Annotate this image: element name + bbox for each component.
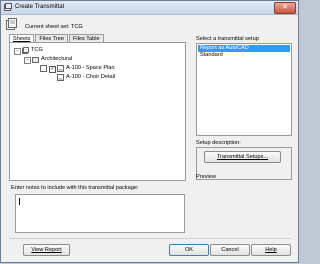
divider	[9, 238, 291, 239]
current-sheet-set-label: Current sheet set:	[25, 24, 70, 30]
ok-button[interactable]: OK	[169, 244, 209, 256]
sheet-set-icon	[22, 47, 29, 54]
transmittal-setup-list[interactable]: Report as AutoCAD Standard	[196, 43, 292, 136]
sheet-tree[interactable]: − TCG − Architectural ✓ A-100 - Space Pl…	[9, 42, 186, 181]
transmittal-setups-label: Transmittal Setups...	[216, 154, 269, 160]
setup-list-label: Select a transmittal setup	[196, 36, 259, 42]
sheet-set-icon	[6, 18, 17, 30]
help-label: Help	[265, 247, 277, 253]
setup-option[interactable]: Standard	[198, 52, 290, 59]
setup-option[interactable]: Report as AutoCAD	[198, 45, 290, 52]
preview-label: Preview	[196, 174, 216, 180]
text-caret	[19, 198, 20, 205]
title-bar[interactable]: Create Transmittal ✕	[1, 1, 298, 15]
current-sheet-set: Current sheet set: TCG	[25, 24, 83, 30]
ok-label: OK	[184, 247, 194, 253]
setup-description-label: Setup description:	[196, 140, 241, 146]
collapse-toggle[interactable]: −	[14, 48, 21, 55]
sheet-icon	[57, 74, 64, 81]
notes-input[interactable]	[15, 194, 185, 233]
tree-item-sheet[interactable]: A-100 - Space Plan	[66, 64, 115, 72]
window-title: Create Transmittal	[15, 4, 65, 10]
transmittal-setups-button[interactable]: Transmittal Setups...	[204, 151, 281, 163]
transmittal-icon	[4, 3, 12, 11]
sheet-icon	[57, 65, 64, 72]
include-checkbox[interactable]: ✓	[49, 66, 56, 73]
help-button[interactable]: Help	[251, 244, 291, 256]
close-icon: ✕	[282, 4, 288, 11]
tree-item-root[interactable]: TCG	[31, 46, 43, 54]
current-sheet-set-value: TCG	[70, 24, 83, 30]
create-transmittal-dialog: Create Transmittal ✕ Current sheet set: …	[0, 0, 299, 263]
collapse-toggle[interactable]: −	[24, 57, 31, 64]
tree-item-sheet[interactable]: A-100 - Choir Detail	[66, 73, 115, 81]
sheet-icon	[40, 65, 47, 72]
cancel-label: Cancel	[221, 247, 239, 253]
close-button[interactable]: ✕	[274, 2, 296, 14]
view-report-label: View Report	[31, 247, 62, 253]
notes-label: Enter notes to include with this transmi…	[11, 185, 139, 191]
view-report-button[interactable]: View Report	[23, 244, 70, 256]
sheet-subset-icon	[32, 57, 39, 63]
cancel-button[interactable]: Cancel	[210, 244, 250, 256]
tree-item-group[interactable]: Architectural	[41, 55, 72, 63]
